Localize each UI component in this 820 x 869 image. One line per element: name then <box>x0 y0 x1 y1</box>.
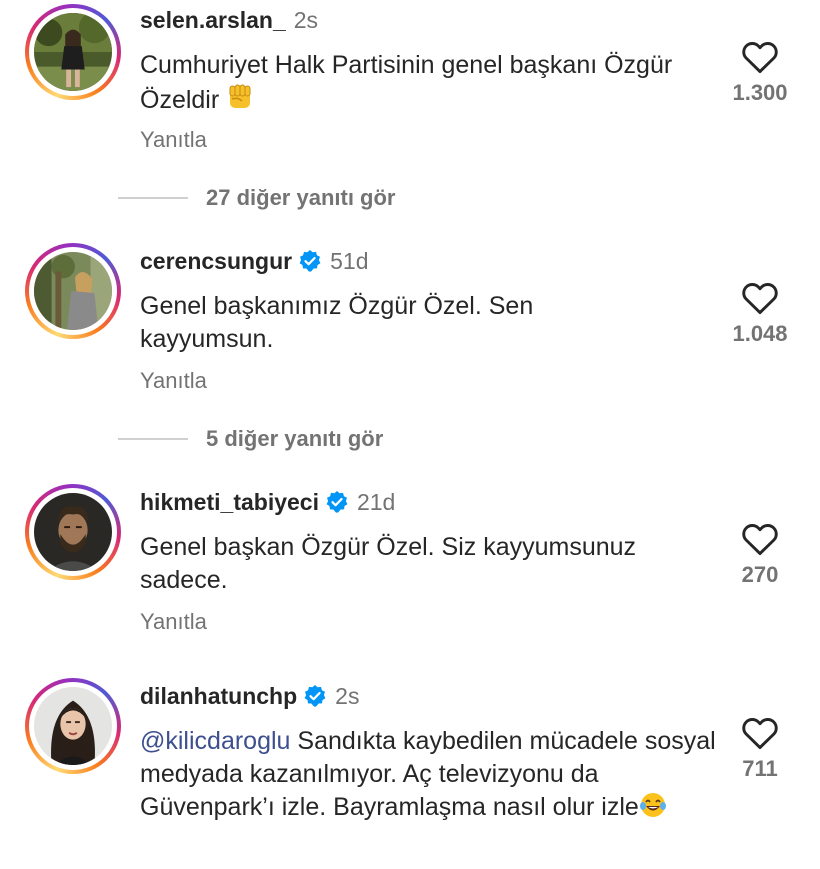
avatar[interactable] <box>25 243 121 339</box>
username[interactable]: hikmeti_tabiyeci <box>140 489 319 515</box>
comment-text: Genel başkanımız Özgür Özel. Sen kayyums… <box>140 292 534 353</box>
username[interactable]: cerencsungur <box>140 248 292 274</box>
like-count: 711 <box>742 756 778 781</box>
comment-body: Cumhuriyet Halk Partisinin genel başkanı… <box>140 51 673 114</box>
divider-line <box>118 197 188 199</box>
mention-link[interactable]: @kilicdaroglu <box>140 727 290 755</box>
comment-text: @kilicdaroglu Sandıkta kaybedilen mücade… <box>140 725 720 828</box>
heart-outline-icon[interactable] <box>740 714 780 750</box>
like-section: 711 <box>710 714 810 782</box>
like-section: 1.048 <box>710 279 810 347</box>
avatar-image <box>34 493 112 571</box>
reply-button[interactable]: Yanıtla <box>140 368 207 394</box>
username[interactable]: dilanhatunchp <box>140 683 297 709</box>
like-section: 1.300 <box>710 38 810 106</box>
divider-line <box>118 438 188 440</box>
comment-header: hikmeti_tabiyeci 21d <box>140 489 395 515</box>
comment-header: cerencsungur 51d <box>140 248 368 274</box>
view-replies-button[interactable]: 27 diğer yanıtı gör <box>118 185 396 211</box>
reply-button[interactable]: Yanıtla <box>140 127 207 153</box>
view-replies-label: 5 diğer yanıtı gör <box>206 426 384 451</box>
comment-time: 51d <box>330 248 369 274</box>
avatar[interactable] <box>25 484 121 580</box>
comment-header: selen.arslan_ 2s <box>140 7 318 33</box>
verified-badge-icon <box>299 250 321 272</box>
raised-fist-emoji-icon <box>226 82 254 121</box>
comment-time: 21d <box>356 489 396 515</box>
heart-outline-icon[interactable] <box>740 520 780 556</box>
heart-outline-icon[interactable] <box>740 279 780 315</box>
avatar-image <box>34 13 112 91</box>
comment-text: Genel başkan Özgür Özel. Siz kayyumsunuz… <box>140 533 637 594</box>
like-count: 1.048 <box>732 321 788 346</box>
avatar[interactable] <box>25 678 121 774</box>
avatar[interactable] <box>25 4 121 100</box>
comment-header: dilanhatunchp 2s <box>140 683 359 709</box>
avatar-image <box>34 252 112 330</box>
avatar-image <box>34 687 112 765</box>
like-count: 1.300 <box>732 80 788 105</box>
like-count: 270 <box>741 562 779 587</box>
like-section: 270 <box>710 520 810 588</box>
verified-badge-icon <box>326 491 348 513</box>
heart-outline-icon[interactable] <box>740 38 780 74</box>
comment-time: 2s <box>293 7 319 33</box>
view-replies-button[interactable]: 5 diğer yanıtı gör <box>118 426 383 452</box>
laughing-tears-emoji-icon <box>639 791 667 828</box>
verified-badge-icon <box>304 685 326 707</box>
username[interactable]: selen.arslan_ <box>140 7 286 33</box>
comment-text: Cumhuriyet Halk Partisinin genel başkanı… <box>140 49 720 121</box>
view-replies-label: 27 diğer yanıtı gör <box>206 185 396 210</box>
comment-time: 2s <box>335 683 360 709</box>
reply-button[interactable]: Yanıtla <box>140 609 207 635</box>
